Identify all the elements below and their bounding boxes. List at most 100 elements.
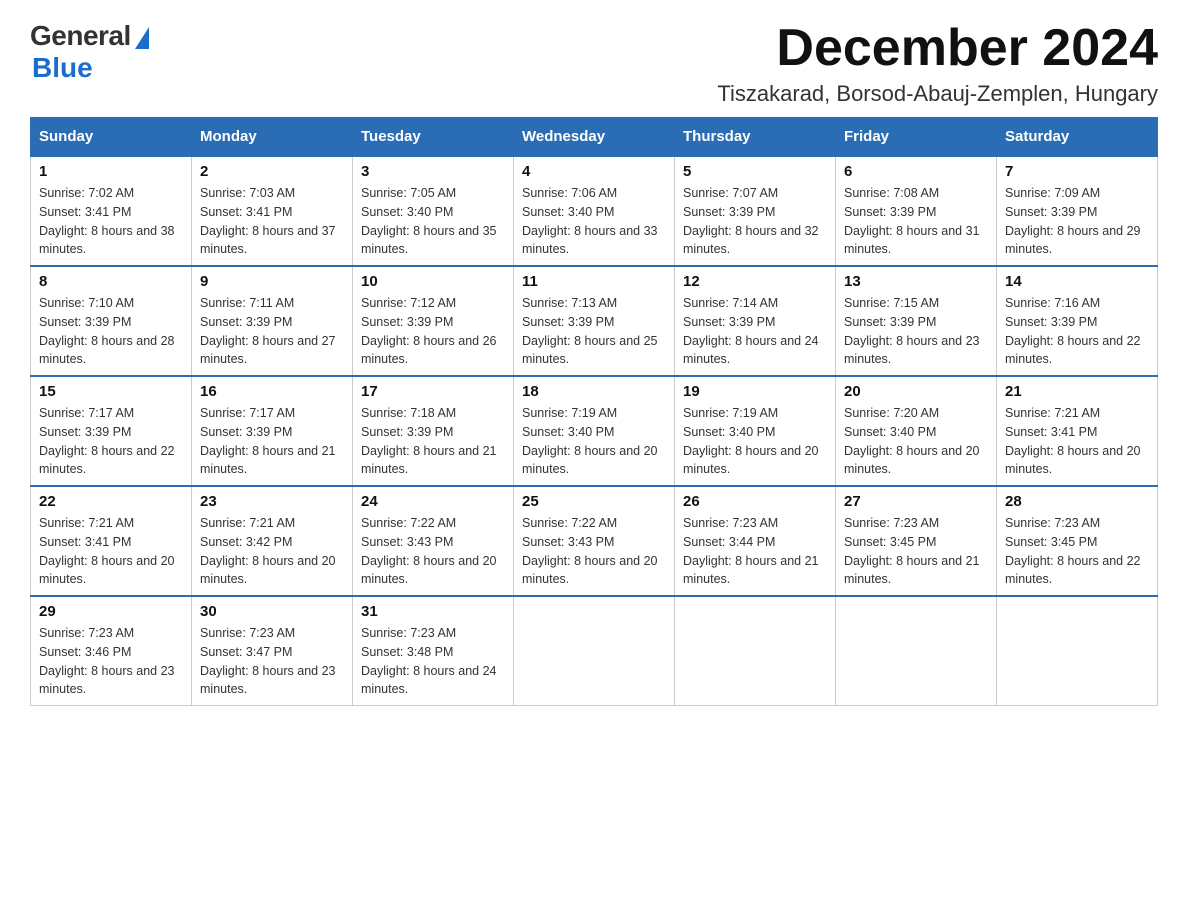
table-row: 8 Sunrise: 7:10 AM Sunset: 3:39 PM Dayli… [31,266,192,376]
table-row: 10 Sunrise: 7:12 AM Sunset: 3:39 PM Dayl… [353,266,514,376]
day-number: 20 [844,383,988,400]
day-info: Sunrise: 7:08 AM Sunset: 3:39 PM Dayligh… [844,184,988,259]
table-row: 2 Sunrise: 7:03 AM Sunset: 3:41 PM Dayli… [192,156,353,266]
table-row: 18 Sunrise: 7:19 AM Sunset: 3:40 PM Dayl… [514,376,675,486]
table-row: 28 Sunrise: 7:23 AM Sunset: 3:45 PM Dayl… [997,486,1158,596]
title-area: December 2024 Tiszakarad, Borsod-Abauj-Z… [717,20,1158,107]
day-info: Sunrise: 7:21 AM Sunset: 3:41 PM Dayligh… [39,514,183,589]
table-row: 30 Sunrise: 7:23 AM Sunset: 3:47 PM Dayl… [192,596,353,706]
day-number: 6 [844,163,988,180]
day-info: Sunrise: 7:05 AM Sunset: 3:40 PM Dayligh… [361,184,505,259]
day-number: 10 [361,273,505,290]
table-row: 25 Sunrise: 7:22 AM Sunset: 3:43 PM Dayl… [514,486,675,596]
day-number: 31 [361,603,505,620]
day-info: Sunrise: 7:21 AM Sunset: 3:41 PM Dayligh… [1005,404,1149,479]
calendar-week-row: 29 Sunrise: 7:23 AM Sunset: 3:46 PM Dayl… [31,596,1158,706]
table-row: 7 Sunrise: 7:09 AM Sunset: 3:39 PM Dayli… [997,156,1158,266]
col-saturday: Saturday [997,118,1158,157]
day-info: Sunrise: 7:09 AM Sunset: 3:39 PM Dayligh… [1005,184,1149,259]
day-info: Sunrise: 7:17 AM Sunset: 3:39 PM Dayligh… [39,404,183,479]
table-row: 4 Sunrise: 7:06 AM Sunset: 3:40 PM Dayli… [514,156,675,266]
table-row: 17 Sunrise: 7:18 AM Sunset: 3:39 PM Dayl… [353,376,514,486]
day-info: Sunrise: 7:02 AM Sunset: 3:41 PM Dayligh… [39,184,183,259]
day-number: 2 [200,163,344,180]
day-info: Sunrise: 7:06 AM Sunset: 3:40 PM Dayligh… [522,184,666,259]
day-number: 22 [39,493,183,510]
col-sunday: Sunday [31,118,192,157]
logo-triangle-icon [135,27,149,49]
day-info: Sunrise: 7:03 AM Sunset: 3:41 PM Dayligh… [200,184,344,259]
logo-top: General [30,20,149,52]
day-info: Sunrise: 7:23 AM Sunset: 3:44 PM Dayligh… [683,514,827,589]
table-row [836,596,997,706]
day-info: Sunrise: 7:22 AM Sunset: 3:43 PM Dayligh… [361,514,505,589]
day-number: 23 [200,493,344,510]
day-info: Sunrise: 7:23 AM Sunset: 3:48 PM Dayligh… [361,624,505,699]
day-info: Sunrise: 7:18 AM Sunset: 3:39 PM Dayligh… [361,404,505,479]
day-number: 8 [39,273,183,290]
day-number: 5 [683,163,827,180]
day-number: 30 [200,603,344,620]
day-info: Sunrise: 7:23 AM Sunset: 3:45 PM Dayligh… [1005,514,1149,589]
table-row: 16 Sunrise: 7:17 AM Sunset: 3:39 PM Dayl… [192,376,353,486]
day-info: Sunrise: 7:23 AM Sunset: 3:45 PM Dayligh… [844,514,988,589]
day-number: 27 [844,493,988,510]
day-info: Sunrise: 7:16 AM Sunset: 3:39 PM Dayligh… [1005,294,1149,369]
day-info: Sunrise: 7:21 AM Sunset: 3:42 PM Dayligh… [200,514,344,589]
table-row [675,596,836,706]
day-number: 21 [1005,383,1149,400]
header-area: General Blue December 2024 Tiszakarad, B… [30,20,1158,107]
day-number: 24 [361,493,505,510]
day-number: 12 [683,273,827,290]
col-thursday: Thursday [675,118,836,157]
day-number: 17 [361,383,505,400]
table-row: 3 Sunrise: 7:05 AM Sunset: 3:40 PM Dayli… [353,156,514,266]
table-row: 5 Sunrise: 7:07 AM Sunset: 3:39 PM Dayli… [675,156,836,266]
day-number: 16 [200,383,344,400]
day-info: Sunrise: 7:17 AM Sunset: 3:39 PM Dayligh… [200,404,344,479]
logo-blue-text: Blue [32,52,93,84]
day-info: Sunrise: 7:23 AM Sunset: 3:46 PM Dayligh… [39,624,183,699]
logo-general-text: General [30,20,131,52]
col-tuesday: Tuesday [353,118,514,157]
day-info: Sunrise: 7:07 AM Sunset: 3:39 PM Dayligh… [683,184,827,259]
table-row: 26 Sunrise: 7:23 AM Sunset: 3:44 PM Dayl… [675,486,836,596]
day-number: 28 [1005,493,1149,510]
col-monday: Monday [192,118,353,157]
table-row: 24 Sunrise: 7:22 AM Sunset: 3:43 PM Dayl… [353,486,514,596]
table-row: 22 Sunrise: 7:21 AM Sunset: 3:41 PM Dayl… [31,486,192,596]
day-info: Sunrise: 7:20 AM Sunset: 3:40 PM Dayligh… [844,404,988,479]
table-row: 15 Sunrise: 7:17 AM Sunset: 3:39 PM Dayl… [31,376,192,486]
day-info: Sunrise: 7:19 AM Sunset: 3:40 PM Dayligh… [522,404,666,479]
table-row: 29 Sunrise: 7:23 AM Sunset: 3:46 PM Dayl… [31,596,192,706]
day-info: Sunrise: 7:14 AM Sunset: 3:39 PM Dayligh… [683,294,827,369]
calendar-week-row: 22 Sunrise: 7:21 AM Sunset: 3:41 PM Dayl… [31,486,1158,596]
day-number: 25 [522,493,666,510]
day-info: Sunrise: 7:13 AM Sunset: 3:39 PM Dayligh… [522,294,666,369]
day-number: 14 [1005,273,1149,290]
day-number: 4 [522,163,666,180]
day-number: 7 [1005,163,1149,180]
day-info: Sunrise: 7:12 AM Sunset: 3:39 PM Dayligh… [361,294,505,369]
table-row: 20 Sunrise: 7:20 AM Sunset: 3:40 PM Dayl… [836,376,997,486]
day-number: 29 [39,603,183,620]
month-year-title: December 2024 [717,20,1158,77]
day-info: Sunrise: 7:19 AM Sunset: 3:40 PM Dayligh… [683,404,827,479]
table-row: 1 Sunrise: 7:02 AM Sunset: 3:41 PM Dayli… [31,156,192,266]
day-number: 3 [361,163,505,180]
table-row: 31 Sunrise: 7:23 AM Sunset: 3:48 PM Dayl… [353,596,514,706]
day-number: 11 [522,273,666,290]
table-row [514,596,675,706]
day-info: Sunrise: 7:23 AM Sunset: 3:47 PM Dayligh… [200,624,344,699]
day-info: Sunrise: 7:10 AM Sunset: 3:39 PM Dayligh… [39,294,183,369]
days-of-week-row: Sunday Monday Tuesday Wednesday Thursday… [31,118,1158,157]
logo: General Blue [30,20,149,84]
table-row: 21 Sunrise: 7:21 AM Sunset: 3:41 PM Dayl… [997,376,1158,486]
table-row: 13 Sunrise: 7:15 AM Sunset: 3:39 PM Dayl… [836,266,997,376]
col-wednesday: Wednesday [514,118,675,157]
table-row: 12 Sunrise: 7:14 AM Sunset: 3:39 PM Dayl… [675,266,836,376]
day-number: 15 [39,383,183,400]
day-number: 26 [683,493,827,510]
day-number: 9 [200,273,344,290]
calendar-week-row: 15 Sunrise: 7:17 AM Sunset: 3:39 PM Dayl… [31,376,1158,486]
